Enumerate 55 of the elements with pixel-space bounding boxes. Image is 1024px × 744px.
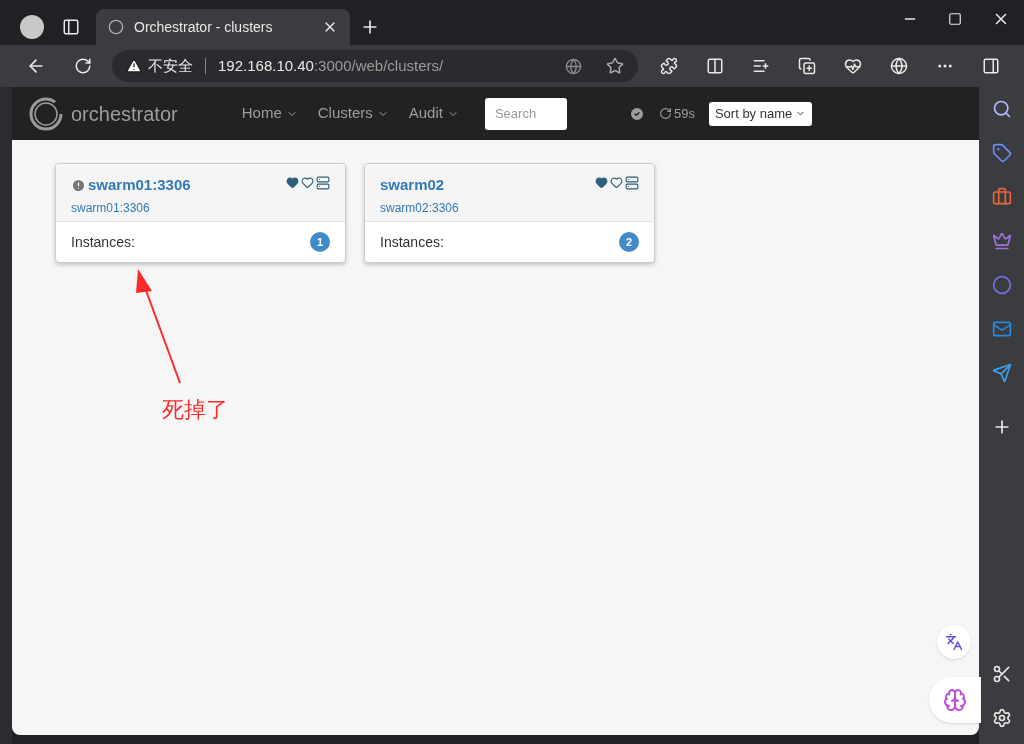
favorites-icon[interactable] [752,57,770,75]
brain-icon [943,688,967,712]
sidebar-toggle-icon[interactable] [982,57,1000,75]
warning-icon [126,58,142,74]
split-screen-icon[interactable] [706,57,724,75]
tag-icon[interactable] [991,143,1012,163]
ai-assistant-button[interactable] [929,677,981,723]
cluster-alias[interactable]: swarm02:3306 [380,198,595,217]
server-icon[interactable] [625,176,639,190]
search-field[interactable]: Search [484,97,567,130]
annotation-text: 死掉了 [162,396,228,424]
settings-icon[interactable] [991,708,1012,728]
star-icon[interactable] [606,57,624,75]
address-bar[interactable]: 不安全 192.168.10.40:3000/web/clusters/ [112,50,638,82]
page-loading-icon [108,19,124,35]
paper-plane-icon[interactable] [991,363,1012,383]
instance-count: 2 [619,232,639,252]
sort-dropdown[interactable]: Sort by name [708,101,813,126]
heart-outline-icon[interactable] [610,176,623,189]
heart-icon[interactable] [286,176,299,189]
heart-icon[interactable] [595,176,608,189]
search-icon[interactable] [991,99,1012,119]
briefcase-icon[interactable] [991,187,1012,207]
heart-pulse-icon[interactable] [844,57,862,75]
profile-avatar[interactable] [20,15,44,39]
screenshot-icon[interactable] [991,664,1012,684]
maximize-icon[interactable] [948,12,962,26]
mail-icon[interactable] [991,319,1012,339]
nav-menu[interactable]: Clusters [317,102,389,125]
tab-title: Orchestrator - clusters [134,17,274,37]
browser-tab[interactable]: Orchestrator - clusters [96,9,350,45]
cluster-title[interactable]: swarm01:3306 [88,174,191,197]
collections-icon[interactable] [798,57,816,75]
nav-menu[interactable]: Audit [408,102,459,125]
translate-button[interactable] [937,625,971,659]
refresh-countdown: 59s [673,104,695,123]
cluster-title[interactable]: swarm02 [380,174,445,197]
instances-label: Instances: [71,232,136,252]
cluster-alias[interactable]: swarm01:3306 [71,198,286,217]
instances-label: Instances: [380,232,445,252]
brand-name[interactable]: orchestrator [71,98,178,129]
url-text: 192.168.10.40:3000/web/clusters/ [218,55,444,76]
instance-count: 1 [310,232,330,252]
tab-actions-icon[interactable] [62,18,80,36]
refresh-icon[interactable] [74,57,92,75]
chess-icon[interactable] [991,231,1012,251]
refresh-icon[interactable] [658,107,672,120]
check-icon[interactable] [628,105,645,122]
heart-outline-icon[interactable] [301,176,314,189]
nav-menu[interactable]: Home [241,102,298,125]
extensions-icon[interactable] [660,57,678,75]
server-icon[interactable] [316,176,330,190]
logo-icon [28,95,64,132]
security-label: 不安全 [148,55,193,76]
translate-icon [945,633,963,651]
